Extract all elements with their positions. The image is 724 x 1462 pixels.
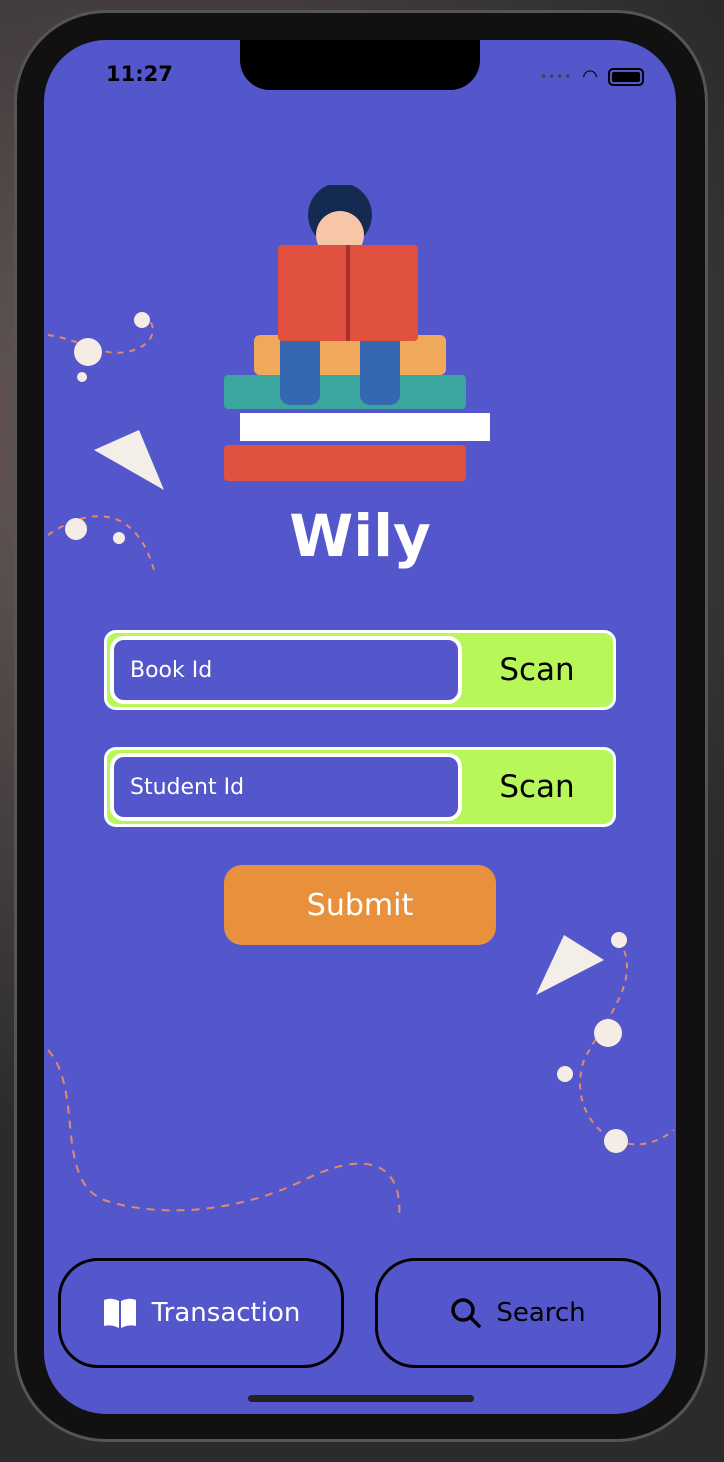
reading-child-illustration [224, 185, 490, 481]
status-icons: •••• ◠ [540, 66, 644, 87]
student-id-row: Student Id Scan [104, 747, 616, 827]
tab-label: Search [496, 1298, 586, 1328]
wifi-icon: ◠ [582, 66, 598, 87]
book-id-input[interactable]: Book Id [110, 636, 462, 704]
app-title: Wily [289, 502, 431, 570]
tab-transaction[interactable]: Transaction [58, 1258, 344, 1368]
battery-icon [608, 67, 644, 86]
search-icon [451, 1298, 482, 1328]
tab-search[interactable]: Search [375, 1258, 661, 1368]
tab-label: Transaction [151, 1298, 301, 1328]
submit-button[interactable]: Submit [224, 865, 496, 945]
book-id-scan-button[interactable]: Scan [461, 633, 613, 707]
book-id-row: Book Id Scan [104, 630, 616, 710]
student-id-scan-button[interactable]: Scan [461, 750, 613, 824]
home-indicator[interactable] [248, 1395, 474, 1402]
student-id-input[interactable]: Student Id [110, 753, 462, 821]
signal-icon: •••• [539, 69, 573, 84]
notch [240, 40, 480, 90]
app-screen: 11:27 •••• ◠ Wily Book Id Scan Student I… [44, 40, 676, 1414]
status-time: 11:27 [106, 62, 173, 86]
book-open-icon [103, 1298, 136, 1328]
